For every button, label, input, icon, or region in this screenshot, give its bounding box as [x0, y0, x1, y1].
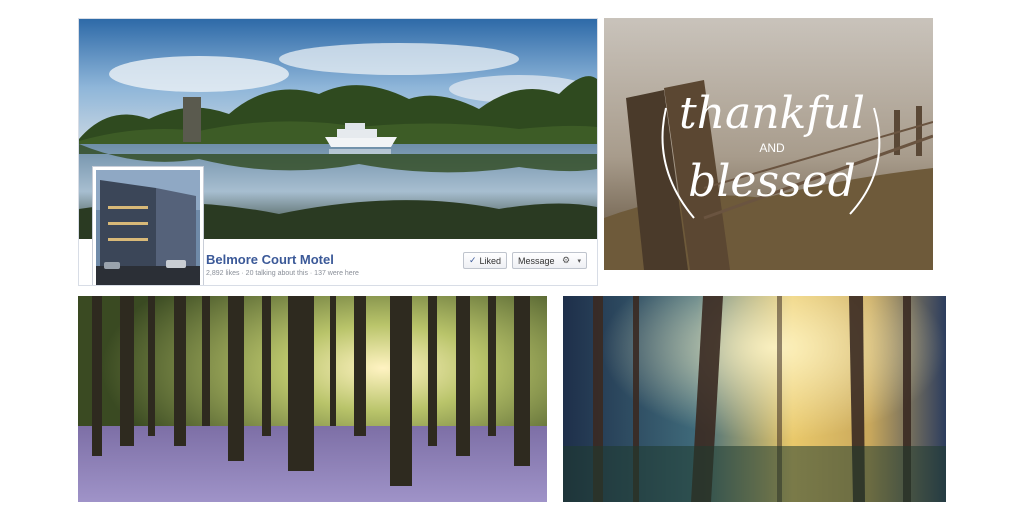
chevron-down-icon[interactable]: ▾ [577, 257, 581, 265]
liked-label: Liked [479, 255, 502, 266]
liked-button[interactable]: ✓ Liked [463, 252, 507, 269]
quote-line-3: blessed [688, 156, 856, 207]
quote-line-2: AND [759, 141, 785, 155]
check-icon: ✓ [469, 255, 477, 265]
facebook-page-card: Belmore Court Motel 2,892 likes · 20 tal… [78, 18, 598, 286]
gear-icon[interactable]: ⚙ [562, 255, 570, 266]
message-label: Message [518, 255, 555, 266]
bluebell-forest-image [78, 296, 547, 502]
page-title[interactable]: Belmore Court Motel [206, 252, 334, 267]
quote-line-1: thankful [679, 88, 865, 139]
quote-image: thankful AND blessed [604, 18, 933, 270]
message-button[interactable]: Message ⚙ ▾ [512, 252, 587, 269]
profile-picture[interactable] [93, 167, 203, 285]
motel-building-image [96, 170, 200, 285]
page-stats: 2,892 likes · 20 talking about this · 13… [206, 270, 359, 277]
foggy-forest-image [563, 296, 946, 502]
